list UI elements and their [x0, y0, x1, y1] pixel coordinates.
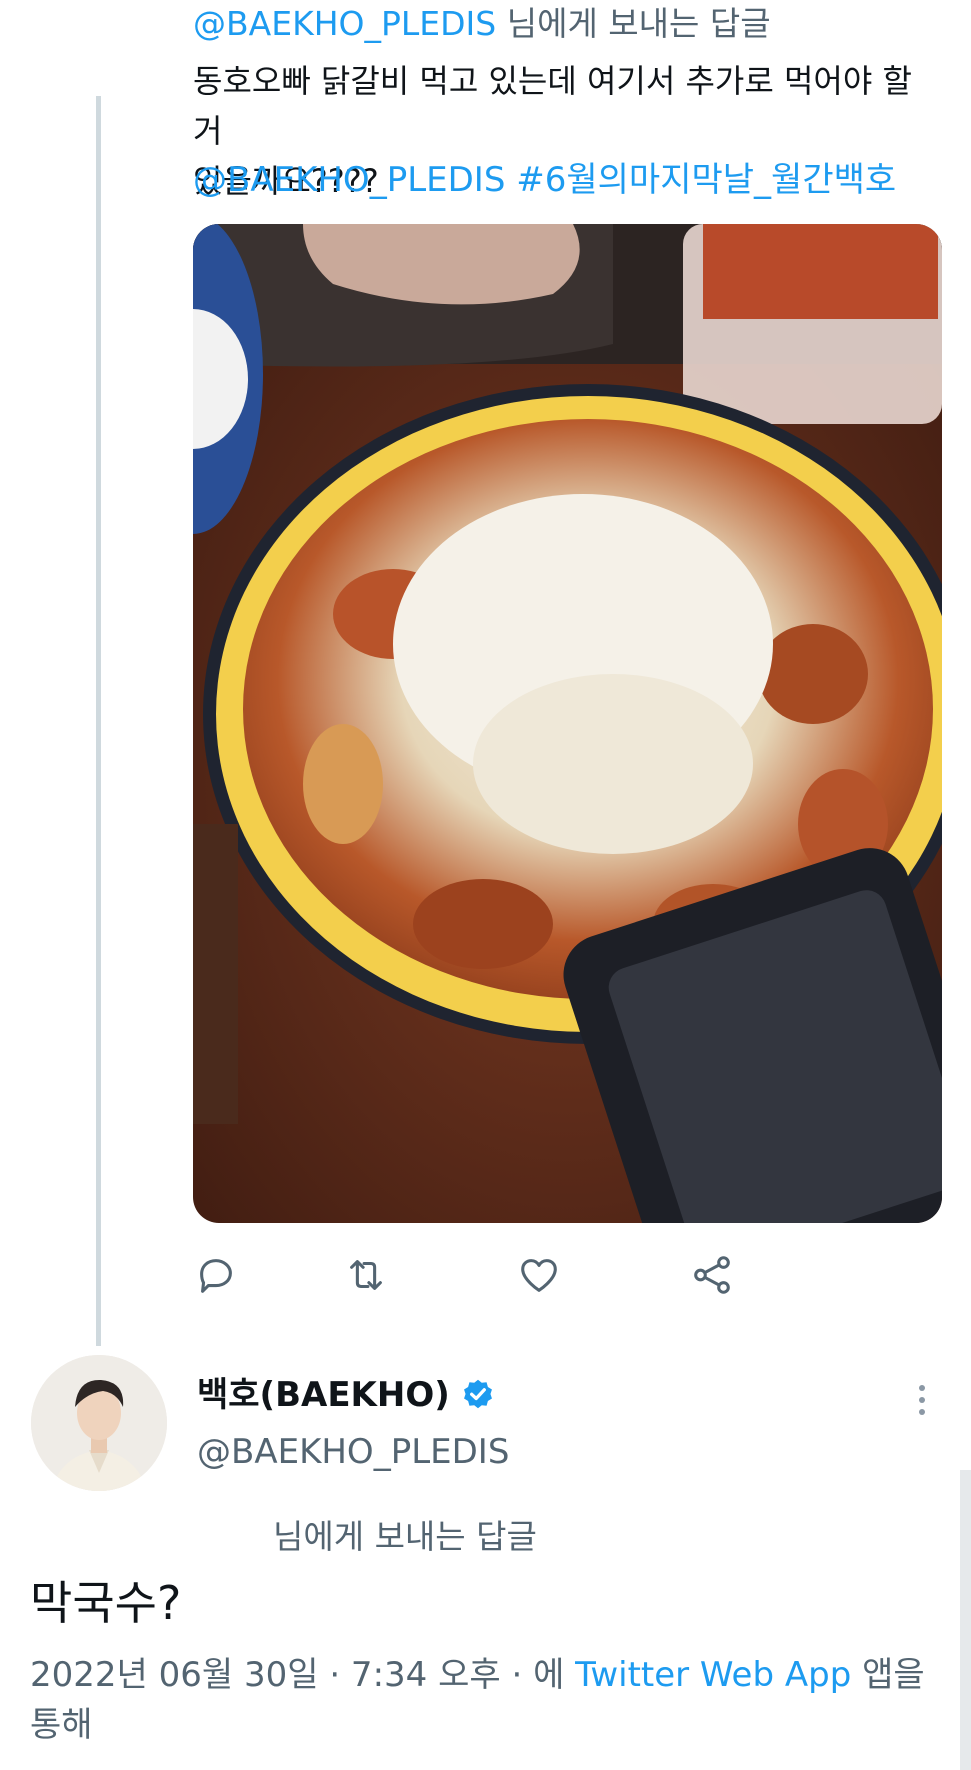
tweet-text-line: 동호오빠 닭갈비 먹고 있는데 여기서 추가로 먹어야 할 거: [193, 62, 912, 150]
reply-to-handle-link[interactable]: @BAEKHO_PLEDIS: [193, 4, 496, 43]
scroll-edge: [960, 1470, 971, 1770]
share-button[interactable]: [689, 1252, 735, 1298]
avatar[interactable]: [31, 1355, 167, 1491]
reply-to-suffix: 님에게 보내는 답글: [273, 1517, 537, 1556]
avatar-image: [31, 1355, 167, 1491]
share-icon: [694, 1256, 730, 1294]
dakgalbi-photo-image: [193, 224, 942, 1223]
tweet-photo[interactable]: [193, 224, 942, 1223]
tweet-actions: [193, 1252, 833, 1302]
reply-button[interactable]: [193, 1252, 239, 1298]
heart-icon: [521, 1259, 557, 1292]
mention-link[interactable]: @BAEKHO_PLEDIS: [193, 160, 505, 200]
reply-icon: [200, 1259, 232, 1293]
handle[interactable]: @BAEKHO_PLEDIS: [197, 1430, 509, 1474]
reply-to-suffix: 님에게 보내는 답글: [496, 4, 771, 43]
more-vertical-icon: [919, 1385, 925, 1415]
tweet-date[interactable]: 2022년 06월 30일 · 7:34 오후 · 에: [30, 1655, 564, 1695]
reply-tweet-text: 막국수?: [30, 1576, 182, 1630]
client-suffix-line2: 통해: [30, 1705, 93, 1745]
display-name[interactable]: 백호(BAEKHO): [197, 1373, 496, 1417]
tweet-tags: @BAEKHO_PLEDIS #6월의마지막날_월간백호: [193, 156, 896, 204]
thread-line: [96, 96, 101, 1346]
display-name-text: 백호(BAEKHO): [197, 1375, 450, 1415]
replying-to: @BAEKHO_PLEDIS 님에게 보내는 답글: [193, 2, 771, 46]
client-suffix: 앱을: [862, 1655, 925, 1695]
retweet-button[interactable]: [343, 1252, 389, 1298]
like-button[interactable]: [516, 1252, 562, 1298]
tweet-metadata: 2022년 06월 30일 · 7:34 오후 · 에 Twitter Web …: [30, 1650, 930, 1750]
verified-badge-icon: [463, 1379, 492, 1409]
hashtag-link[interactable]: #6월의마지막날_월간백호: [516, 160, 896, 200]
more-options-button[interactable]: [906, 1380, 938, 1420]
client-link[interactable]: Twitter Web App: [575, 1655, 851, 1695]
retweet-icon: [350, 1260, 382, 1290]
